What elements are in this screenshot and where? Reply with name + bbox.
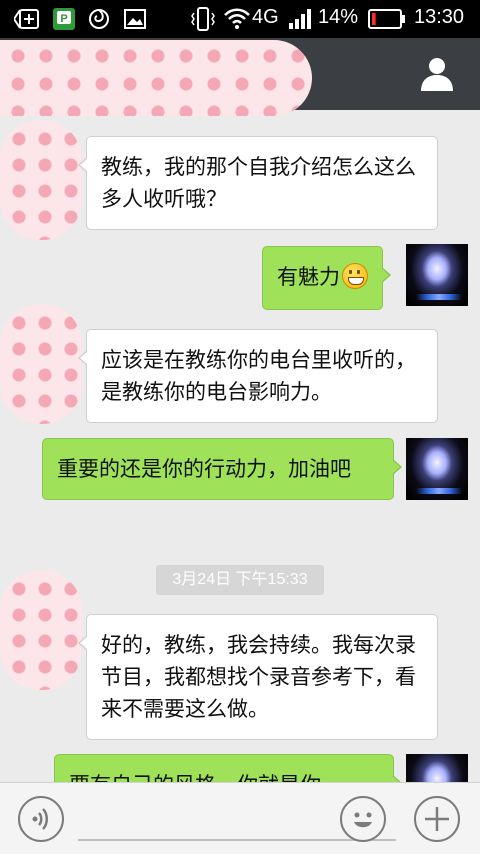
message-timestamp: 3月24日 下午15:33	[156, 565, 324, 595]
message-bubble-outgoing[interactable]: 有魅力	[262, 246, 391, 310]
vibrate-icon	[191, 7, 215, 31]
emoji-button[interactable]	[340, 796, 386, 842]
wifi-icon	[224, 8, 250, 29]
contact-avatar[interactable]	[0, 570, 82, 690]
grin-emoji-icon	[342, 263, 368, 289]
message-bubble-outgoing[interactable]: 要有自己的风格，你就是你	[54, 754, 402, 782]
image-icon	[124, 9, 146, 29]
svg-text:P: P	[60, 13, 67, 25]
contact-name-redacted	[0, 40, 312, 116]
message-list[interactable]: 教练，我的那个自我介绍怎么这么多人收听哦？ 有魅力 应该是在教练你的电台里收听的…	[0, 110, 480, 782]
plus-icon	[425, 807, 449, 831]
swirl-app-icon	[89, 9, 109, 29]
voice-button[interactable]	[18, 796, 64, 842]
network-type: 4G	[252, 6, 279, 28]
contact-avatar[interactable]	[0, 120, 82, 240]
add-button[interactable]	[414, 796, 460, 842]
input-toolbar	[0, 782, 480, 854]
clock: 13:30	[414, 6, 465, 28]
notification-back-icon	[14, 9, 39, 29]
signal-icon	[289, 9, 311, 29]
message-bubble-incoming[interactable]: 教练，我的那个自我介绍怎么这么多人收听哦？	[78, 136, 438, 230]
message-bubble-incoming[interactable]: 好的，教练，我会持续。我每次录节目，我都想找个录音参考下，看来不需要这么做。	[78, 614, 438, 740]
person-icon[interactable]	[420, 56, 454, 92]
user-avatar[interactable]	[406, 754, 468, 782]
status-bar: P 4G 14% 13:30	[0, 0, 480, 38]
smiley-icon	[354, 812, 372, 828]
battery-icon	[368, 9, 405, 29]
user-avatar[interactable]	[406, 438, 468, 500]
voice-icon	[32, 808, 48, 830]
parking-app-icon: P	[53, 8, 75, 30]
message-text: 有魅力	[277, 265, 340, 289]
message-bubble-incoming[interactable]: 应该是在教练你的电台里收听的，是教练你的电台影响力。	[78, 329, 438, 423]
battery-percent: 14%	[318, 6, 359, 28]
user-avatar[interactable]	[406, 244, 468, 306]
message-bubble-outgoing[interactable]: 重要的还是你的行动力，加油吧	[42, 438, 402, 500]
contact-avatar[interactable]	[0, 304, 82, 424]
